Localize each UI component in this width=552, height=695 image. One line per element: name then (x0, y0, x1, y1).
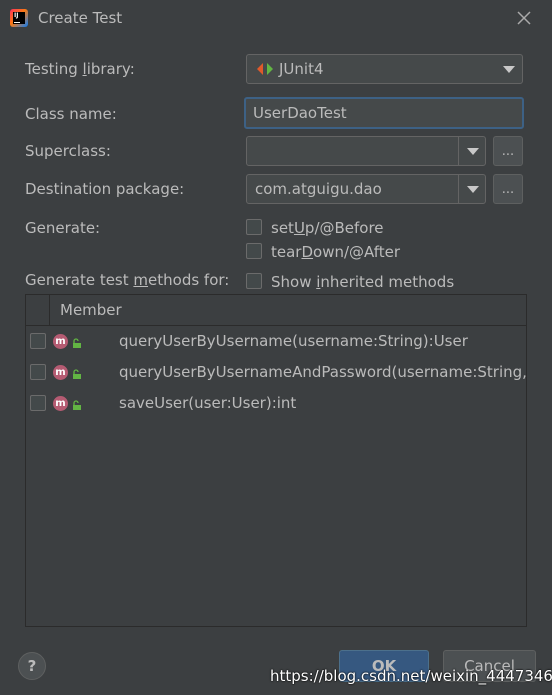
table-row[interactable]: m saveUser(user:User):int (26, 388, 526, 419)
show-inherited-label[interactable]: Show inherited methods (271, 273, 454, 291)
method-signature: queryUserByUsernameAndPassword(username:… (119, 363, 526, 381)
class-name-label: Class name: (25, 105, 117, 123)
public-lock-icon (73, 369, 81, 379)
help-icon[interactable]: ? (18, 652, 46, 680)
superclass-browse-button[interactable]: ... (493, 136, 523, 166)
generate-test-methods-label: Generate test methods for: (25, 271, 230, 289)
testing-library-value: JUnit4 (279, 60, 324, 78)
table-row[interactable]: m queryUserByUsernameAndPassword(usernam… (26, 357, 526, 388)
setup-before-checkbox[interactable] (246, 219, 262, 235)
class-name-input[interactable] (244, 97, 524, 129)
chevron-down-icon[interactable] (458, 137, 485, 165)
title-bar: IJ Create Test (0, 0, 552, 38)
chevron-down-icon[interactable] (495, 55, 522, 83)
superclass-select[interactable] (246, 136, 486, 166)
intellij-logo-icon: IJ (10, 9, 28, 27)
column-divider (49, 295, 50, 326)
member-table[interactable]: Member m queryUserByUsername(username:St… (25, 294, 527, 627)
setup-before-label[interactable]: setUp/@Before (271, 219, 384, 237)
member-column-header: Member (60, 301, 122, 319)
destination-package-label: Destination package: (25, 180, 185, 198)
testing-library-label: Testing library: (25, 60, 135, 78)
method-icon: m (53, 334, 68, 349)
watermark: https://blog.csdn.net/weixin_44473463 (270, 667, 552, 685)
generate-label: Generate: (25, 219, 101, 237)
window-title: Create Test (38, 9, 123, 27)
junit-icon (257, 63, 273, 75)
row-checkbox[interactable] (30, 364, 46, 380)
testing-library-select[interactable]: JUnit4 (246, 54, 523, 84)
public-lock-icon (73, 400, 81, 410)
row-checkbox[interactable] (30, 333, 46, 349)
table-row[interactable]: m queryUserByUsername(username:String):U… (26, 326, 526, 357)
show-inherited-checkbox[interactable] (246, 273, 262, 289)
destination-package-browse-button[interactable]: ... (493, 174, 523, 204)
method-signature: saveUser(user:User):int (119, 394, 297, 412)
superclass-label: Superclass: (25, 142, 111, 160)
teardown-after-label[interactable]: tearDown/@After (271, 243, 400, 261)
method-icon: m (53, 365, 68, 380)
row-checkbox[interactable] (30, 395, 46, 411)
chevron-down-icon[interactable] (458, 175, 485, 203)
method-signature: queryUserByUsername(username:String):Use… (119, 332, 468, 350)
table-header: Member (26, 295, 526, 326)
close-icon[interactable] (516, 10, 532, 26)
destination-package-select[interactable]: com.atguigu.dao (246, 174, 486, 204)
destination-package-value: com.atguigu.dao (255, 180, 382, 198)
table-body: m queryUserByUsername(username:String):U… (26, 326, 526, 626)
teardown-after-checkbox[interactable] (246, 243, 262, 259)
method-icon: m (53, 396, 68, 411)
public-lock-icon (73, 338, 81, 348)
